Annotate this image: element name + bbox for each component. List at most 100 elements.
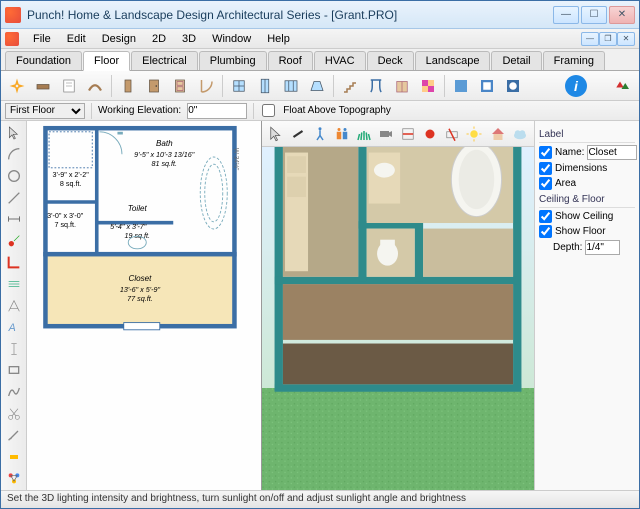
working-elev-label: Working Elevation: bbox=[98, 105, 181, 116]
properties-panel: Label Name: Dimensions Area Ceiling & Fl… bbox=[534, 121, 639, 490]
door-icon[interactable] bbox=[142, 74, 166, 98]
tool-blue3-icon[interactable] bbox=[501, 74, 525, 98]
tab-roof[interactable]: Roof bbox=[268, 51, 313, 70]
tab-foundation[interactable]: Foundation bbox=[5, 51, 82, 70]
sheet-icon[interactable] bbox=[57, 74, 81, 98]
clip-icon[interactable] bbox=[398, 122, 418, 146]
floor-pattern-icon[interactable] bbox=[416, 74, 440, 98]
name-input[interactable] bbox=[587, 145, 637, 160]
door-panel-icon[interactable] bbox=[168, 74, 192, 98]
menu-3d[interactable]: 3D bbox=[174, 31, 204, 47]
show-floor-checkbox[interactable] bbox=[539, 225, 552, 238]
show-floor-label: Show Floor bbox=[555, 226, 606, 237]
tool-blue1-icon[interactable] bbox=[449, 74, 473, 98]
menu-edit[interactable]: Edit bbox=[59, 31, 94, 47]
float-above-checkbox[interactable] bbox=[262, 104, 275, 117]
text-icon[interactable]: A bbox=[3, 317, 25, 337]
tab-framing[interactable]: Framing bbox=[543, 51, 605, 70]
working-elev-input[interactable] bbox=[187, 103, 247, 119]
app-icon bbox=[5, 32, 19, 46]
camera-icon[interactable] bbox=[376, 122, 396, 146]
brush-icon[interactable] bbox=[3, 425, 25, 445]
menu-design[interactable]: Design bbox=[94, 31, 144, 47]
view-3d[interactable] bbox=[262, 147, 534, 490]
window-grid-icon[interactable] bbox=[279, 74, 303, 98]
tab-detail[interactable]: Detail bbox=[491, 51, 541, 70]
house-icon[interactable] bbox=[488, 122, 508, 146]
menu-window[interactable]: Window bbox=[204, 31, 259, 47]
atoms-icon[interactable] bbox=[3, 469, 25, 489]
stairs-icon[interactable] bbox=[338, 74, 362, 98]
grass-icon[interactable] bbox=[354, 122, 374, 146]
pointer-icon[interactable] bbox=[3, 123, 25, 143]
doc-minimize-button[interactable]: — bbox=[581, 32, 599, 46]
show-ceiling-label: Show Ceiling bbox=[555, 211, 613, 222]
floor-select[interactable]: First Floor bbox=[5, 103, 85, 119]
cabinet-icon[interactable] bbox=[390, 74, 414, 98]
corner-icon[interactable] bbox=[3, 253, 25, 273]
window-tall-icon[interactable] bbox=[253, 74, 277, 98]
marker-icon[interactable] bbox=[3, 447, 25, 467]
door-narrow-icon[interactable] bbox=[116, 74, 140, 98]
plan-2d-view[interactable]: 3'-9" x 2'-2" 8 sq.ft. 3'-0" x 3'-0" 7 s… bbox=[27, 121, 262, 490]
red-dot-icon[interactable] bbox=[3, 231, 25, 251]
depth-label: Depth: bbox=[553, 242, 582, 253]
info-icon[interactable]: i bbox=[565, 75, 587, 97]
cloud-icon[interactable] bbox=[510, 122, 530, 146]
tab-electrical[interactable]: Electrical bbox=[131, 51, 198, 70]
minimize-button[interactable]: — bbox=[553, 6, 579, 24]
dimensions-label: Dimensions bbox=[555, 163, 607, 174]
perspective-icon[interactable] bbox=[3, 296, 25, 316]
tab-deck[interactable]: Deck bbox=[367, 51, 414, 70]
pointer3d-icon[interactable] bbox=[266, 122, 286, 146]
hatch-icon[interactable] bbox=[3, 274, 25, 294]
small1-dims: 3'-9" x 2'-2" bbox=[53, 170, 90, 179]
pan3d-icon[interactable] bbox=[288, 122, 308, 146]
name-checkbox[interactable] bbox=[539, 146, 552, 159]
area-label: Area bbox=[555, 178, 576, 189]
depth-input[interactable] bbox=[585, 240, 620, 255]
line-icon[interactable] bbox=[3, 188, 25, 208]
menu-2d[interactable]: 2D bbox=[144, 31, 174, 47]
show-ceiling-checkbox[interactable] bbox=[539, 210, 552, 223]
tool-blue2-icon[interactable] bbox=[475, 74, 499, 98]
arc-icon[interactable] bbox=[3, 145, 25, 165]
menu-help[interactable]: Help bbox=[259, 31, 298, 47]
houses-icon[interactable] bbox=[611, 74, 635, 98]
circle-icon[interactable] bbox=[3, 166, 25, 186]
record-icon[interactable] bbox=[420, 122, 440, 146]
rect-icon[interactable] bbox=[3, 361, 25, 381]
area-checkbox[interactable] bbox=[539, 177, 552, 190]
status-text: Set the 3D lighting intensity and bright… bbox=[7, 493, 466, 504]
bay-window-icon[interactable] bbox=[305, 74, 329, 98]
wall-icon[interactable] bbox=[31, 74, 55, 98]
toolbar-3d bbox=[262, 121, 534, 147]
label-header: Label bbox=[539, 129, 635, 143]
close-button[interactable]: ✕ bbox=[609, 6, 635, 24]
dim-vert-icon[interactable] bbox=[3, 339, 25, 359]
titlebar: Punch! Home & Landscape Design Architect… bbox=[1, 1, 639, 29]
door-swing-icon[interactable] bbox=[194, 74, 218, 98]
small2-area: 7 sq.ft. bbox=[54, 220, 76, 229]
compass-icon[interactable] bbox=[5, 74, 29, 98]
slice-icon[interactable] bbox=[442, 122, 462, 146]
tab-hvac[interactable]: HVAC bbox=[314, 51, 366, 70]
curve-wall-icon[interactable] bbox=[83, 74, 107, 98]
doc-restore-button[interactable]: ❐ bbox=[599, 32, 617, 46]
dimension-icon[interactable] bbox=[3, 209, 25, 229]
menu-file[interactable]: File bbox=[25, 31, 59, 47]
tab-floor[interactable]: Floor bbox=[83, 51, 130, 71]
toilet-dims: 5'-4" x 3'-7" bbox=[110, 222, 147, 231]
doc-close-button[interactable]: ✕ bbox=[617, 32, 635, 46]
curtain-icon[interactable] bbox=[364, 74, 388, 98]
freehand-icon[interactable] bbox=[3, 382, 25, 402]
window-icon[interactable] bbox=[227, 74, 251, 98]
dimensions-checkbox[interactable] bbox=[539, 162, 552, 175]
cut-icon[interactable] bbox=[3, 404, 25, 424]
people-icon[interactable] bbox=[332, 122, 352, 146]
tab-landscape[interactable]: Landscape bbox=[415, 51, 491, 70]
tab-plumbing[interactable]: Plumbing bbox=[199, 51, 267, 70]
walk-icon[interactable] bbox=[310, 122, 330, 146]
maximize-button[interactable]: ☐ bbox=[581, 6, 607, 24]
sun-icon[interactable] bbox=[464, 122, 484, 146]
